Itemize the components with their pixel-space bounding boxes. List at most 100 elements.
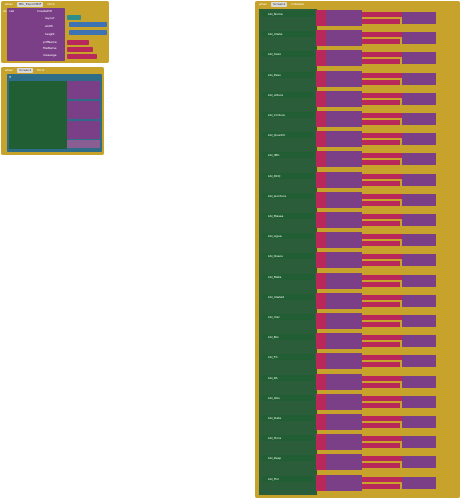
join-block[interactable]: [316, 151, 326, 168]
height-value[interactable]: [69, 30, 107, 35]
default-text[interactable]: [362, 140, 400, 146]
default-text[interactable]: [362, 443, 400, 449]
layout-value[interactable]: [67, 15, 81, 20]
tag-text[interactable]: [362, 254, 402, 260]
tag-text[interactable]: [362, 173, 402, 179]
join-block[interactable]: [316, 292, 326, 309]
join-block[interactable]: [316, 10, 326, 26]
join-block[interactable]: [316, 414, 326, 430]
set-row[interactable]: Lbl_Meta: [262, 272, 458, 291]
join-block[interactable]: [316, 171, 326, 188]
set-row[interactable]: Lbl_Sexo: [262, 49, 458, 68]
default-text[interactable]: [362, 241, 400, 247]
join-block[interactable]: [316, 70, 326, 87]
set-row[interactable]: Lbl_Bio: [262, 332, 458, 351]
tag-text[interactable]: [362, 274, 402, 280]
default-text[interactable]: [362, 463, 400, 469]
default-text[interactable]: [362, 281, 400, 287]
set-row[interactable]: Lbl_Altura: [262, 90, 458, 109]
tag-text[interactable]: [362, 294, 402, 300]
tag-text[interactable]: [362, 395, 402, 401]
getvalue-block-2[interactable]: [402, 254, 436, 267]
default-text[interactable]: [362, 362, 400, 368]
default-text[interactable]: [362, 160, 400, 166]
default-text[interactable]: [362, 59, 400, 65]
join-block[interactable]: [316, 373, 326, 390]
getvalue-block[interactable]: [326, 131, 362, 148]
set-row[interactable]: Lbl_PA: [262, 373, 458, 392]
tag-text[interactable]: [362, 214, 402, 219]
getvalue-block[interactable]: [326, 151, 362, 168]
join-block[interactable]: [316, 474, 326, 491]
getvalue-block[interactable]: [326, 373, 362, 390]
join-block[interactable]: [316, 50, 326, 67]
set-row[interactable]: Lbl_Peso: [262, 70, 458, 89]
component-dropdown-3[interactable]: Screen1: [271, 2, 288, 7]
getvalue-block-2[interactable]: [402, 436, 436, 449]
tag-text[interactable]: [362, 456, 402, 462]
default-text[interactable]: [362, 301, 400, 307]
getvalue-block[interactable]: [326, 474, 362, 491]
getvalue-block[interactable]: [326, 353, 362, 370]
getvalue-block[interactable]: [326, 393, 362, 410]
getvalue-block-2[interactable]: [402, 395, 436, 408]
set-row[interactable]: Lbl_Fim: [262, 474, 458, 493]
set-row[interactable]: Lbl_Quadril: [262, 130, 458, 149]
getvalue-block[interactable]: [326, 414, 362, 430]
join-block[interactable]: [316, 232, 326, 249]
getvalue-block-2[interactable]: [402, 193, 436, 206]
default-text[interactable]: [362, 382, 400, 388]
tag-text[interactable]: [362, 32, 402, 38]
getvalue-block[interactable]: [326, 454, 362, 471]
getvalue-block-2[interactable]: [402, 92, 436, 105]
getvalue-block-2[interactable]: [402, 72, 436, 85]
getvalue-block[interactable]: [326, 70, 362, 87]
getvalue-block-2[interactable]: [402, 214, 436, 226]
tag-text[interactable]: [362, 476, 402, 482]
set-row[interactable]: Lbl_Obs: [262, 393, 458, 412]
getvalue-block-2[interactable]: [402, 173, 436, 186]
event-block-screen-initialize[interactable]: when Screen1 Initialize Lbl_Nome Lbl_Idad…: [255, 1, 460, 498]
join-block[interactable]: [316, 30, 326, 47]
set-row[interactable]: Lbl_FC: [262, 352, 458, 371]
set-row[interactable]: Lbl_Ossos: [262, 251, 458, 270]
default-text[interactable]: [362, 200, 400, 206]
set-row[interactable]: Lbl_Massa: [262, 211, 458, 230]
join-block[interactable]: [316, 333, 326, 350]
getvalue-block-2[interactable]: [402, 113, 436, 125]
getvalue-block[interactable]: [326, 272, 362, 289]
component-dropdown[interactable]: Btn_ExportPDF: [17, 2, 44, 7]
tag-text[interactable]: [362, 12, 402, 17]
getvalue-block-2[interactable]: [402, 274, 436, 287]
default-text[interactable]: [362, 79, 400, 85]
default-text[interactable]: [362, 39, 400, 45]
getvalue-block-2[interactable]: [402, 355, 436, 368]
getvalue-block[interactable]: [326, 313, 362, 329]
join-block[interactable]: [316, 111, 326, 127]
join-block[interactable]: [316, 313, 326, 329]
filename-text[interactable]: [67, 47, 93, 52]
set-row[interactable]: Lbl_Cintura: [262, 110, 458, 129]
getvalue-block[interactable]: [326, 292, 362, 309]
getvalue-block-2[interactable]: [402, 335, 436, 348]
default-text[interactable]: [362, 19, 400, 24]
width-value[interactable]: [69, 22, 107, 27]
call-notifier-2[interactable]: [67, 101, 100, 119]
tag-text[interactable]: [362, 234, 402, 240]
set-row[interactable]: Lbl_Idade: [262, 29, 458, 48]
default-text[interactable]: [362, 99, 400, 105]
call-notifier-3[interactable]: [67, 121, 100, 139]
getvalue-block-2[interactable]: [402, 294, 436, 307]
tag-text[interactable]: [362, 133, 402, 139]
set-row[interactable]: Lbl_Idade2: [262, 292, 458, 311]
getvalue-block[interactable]: [326, 30, 362, 47]
getvalue-block-2[interactable]: [402, 476, 436, 489]
default-text[interactable]: [362, 180, 400, 186]
getvalue-block[interactable]: [326, 252, 362, 269]
getvalue-block-2[interactable]: [402, 234, 436, 247]
getvalue-block-2[interactable]: [402, 153, 436, 166]
getvalue-block[interactable]: [326, 191, 362, 208]
default-text[interactable]: [362, 221, 400, 226]
join-block[interactable]: [316, 252, 326, 269]
join-block[interactable]: [316, 131, 326, 148]
